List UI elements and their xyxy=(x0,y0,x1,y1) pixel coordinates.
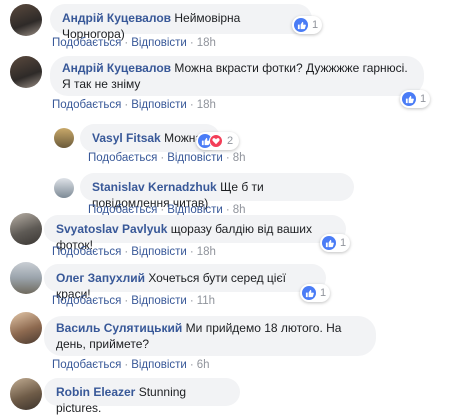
reply-link[interactable]: Відповісти xyxy=(131,37,187,49)
like-link[interactable]: Подобається xyxy=(52,246,121,258)
thumbs-up-icon xyxy=(322,236,336,250)
comment-bubble: Svyatoslav Pavlyuk щоразу балдію від ваш… xyxy=(44,215,346,252)
comment-bubble: Андрій Куцевалов Можна вкрасти фотки? Ду… xyxy=(50,56,424,96)
comment-author[interactable]: Stanislav Kernadzhuk xyxy=(92,180,217,194)
reaction-count: 1 xyxy=(320,287,327,299)
reaction-summary[interactable]: 2 xyxy=(196,132,240,150)
comment-bubble: Олег Запухлий Хочеться бути серед цієї к… xyxy=(44,264,326,301)
timestamp[interactable]: 11h xyxy=(197,295,215,307)
avatar[interactable] xyxy=(54,128,74,148)
comment-bubble: Василь Сулятицький Ми прийдемо 18 лютого… xyxy=(44,316,376,356)
reaction-count: 2 xyxy=(227,135,234,147)
like-link[interactable]: Подобається xyxy=(52,99,121,111)
reaction-count: 1 xyxy=(312,19,319,31)
thumbs-up-icon xyxy=(294,18,308,32)
avatar[interactable] xyxy=(10,312,42,344)
comment-author[interactable]: Svyatoslav Pavlyuk xyxy=(56,222,167,236)
comment-author[interactable]: Андрій Куцевалов xyxy=(62,61,171,75)
heart-icon xyxy=(209,134,223,148)
comment-bubble: Stanislav Kernadzhuk Ще б ти повідомленн… xyxy=(80,173,354,210)
reply-link[interactable]: Відповісти xyxy=(131,359,187,371)
like-link[interactable]: Подобається xyxy=(52,359,121,371)
comment-author[interactable]: Василь Сулятицький xyxy=(56,321,182,335)
reply-link[interactable]: Відповісти xyxy=(131,99,187,111)
comment-actions: Подобається · Відповісти · 8h xyxy=(88,152,246,164)
avatar[interactable] xyxy=(10,4,42,36)
comment-author[interactable]: Vasyl Fitsak xyxy=(92,131,161,145)
like-link[interactable]: Подобається xyxy=(52,295,121,307)
timestamp[interactable]: 18h xyxy=(197,37,216,49)
timestamp[interactable]: 6h xyxy=(197,359,210,371)
comment-author[interactable]: Андрій Куцевалов xyxy=(62,11,171,25)
comment-author[interactable]: Robin Eleazer xyxy=(56,385,135,399)
timestamp[interactable]: 18h xyxy=(197,99,216,111)
reply-link[interactable]: Відповісти xyxy=(131,246,187,258)
comment-actions: Подобається · Відповісти · 18h xyxy=(52,37,216,49)
timestamp[interactable]: 18h xyxy=(197,246,216,258)
reaction-summary[interactable]: 1 xyxy=(320,234,351,252)
avatar[interactable] xyxy=(10,378,42,410)
comment-bubble: Андрій Куцевалов Неймовірна Чорногора) xyxy=(50,4,312,41)
avatar[interactable] xyxy=(10,213,42,245)
reply-link[interactable]: Відповісти xyxy=(131,295,187,307)
thumbs-up-icon xyxy=(302,286,316,300)
avatar[interactable] xyxy=(10,262,42,294)
avatar[interactable] xyxy=(10,56,42,88)
like-link[interactable]: Подобається xyxy=(52,37,121,49)
like-link[interactable]: Подобається xyxy=(88,152,157,164)
reaction-summary[interactable]: 1 xyxy=(292,16,323,34)
reaction-summary[interactable]: 1 xyxy=(400,90,431,108)
comment-actions: Подобається · Відповісти · 6h xyxy=(52,359,210,371)
timestamp[interactable]: 8h xyxy=(233,152,246,164)
reaction-count: 1 xyxy=(420,93,427,105)
comment-actions: Подобається · Відповісти · 18h xyxy=(52,246,216,258)
avatar[interactable] xyxy=(54,178,74,198)
comment-actions: Подобається · Відповісти · 18h xyxy=(52,99,216,111)
reaction-count: 1 xyxy=(340,237,347,249)
reaction-summary[interactable]: 1 xyxy=(300,284,331,302)
comment-author[interactable]: Олег Запухлий xyxy=(56,271,145,285)
reply-link[interactable]: Відповісти xyxy=(167,152,223,164)
comment-actions: Подобається · Відповісти · 11h xyxy=(52,295,216,307)
comment-bubble: Robin Eleazer Stunning pictures. xyxy=(44,378,240,415)
thumbs-up-icon xyxy=(402,92,416,106)
